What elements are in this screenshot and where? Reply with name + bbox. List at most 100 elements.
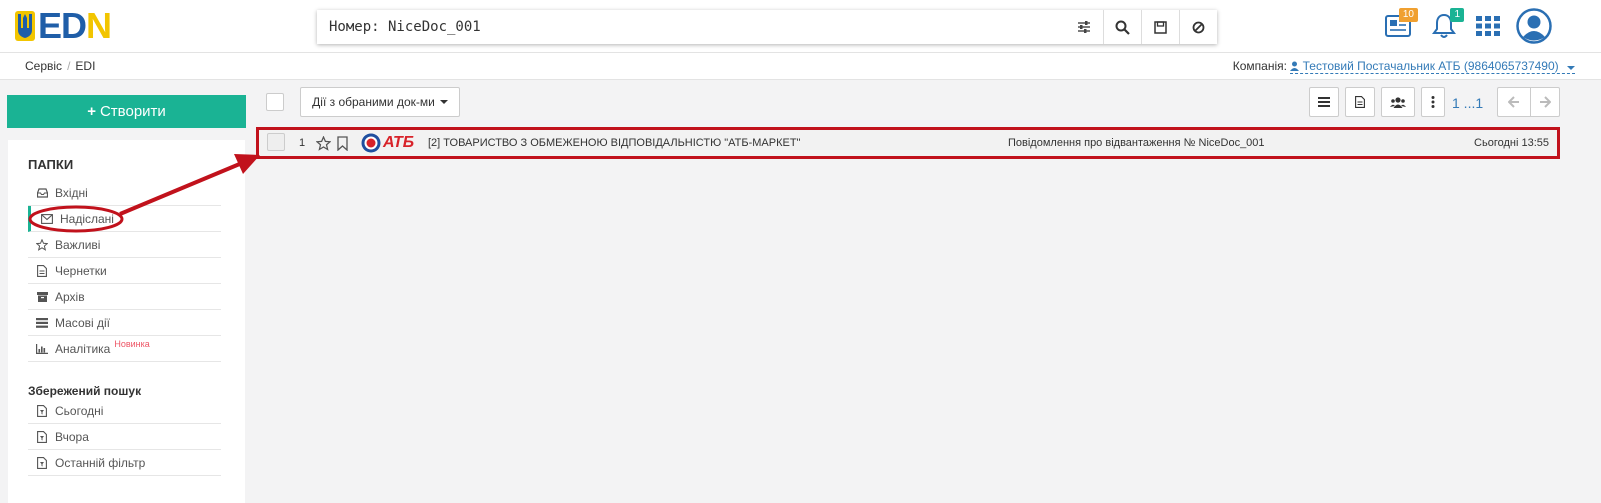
- notifications-button[interactable]: 1: [1428, 8, 1464, 42]
- sidebar-item-bulk-actions[interactable]: Масові дії: [28, 310, 221, 336]
- bookmark-toggle[interactable]: [337, 135, 348, 152]
- person-icon: [1290, 61, 1300, 71]
- star-toggle[interactable]: [315, 135, 332, 151]
- sidebar-item-label: Важливі: [55, 237, 101, 252]
- arrow-left-icon: [1508, 96, 1519, 108]
- saved-search-label: Останній фільтр: [55, 455, 146, 470]
- bulk-actions-dropdown[interactable]: Дії з обраними док-ми: [300, 87, 460, 117]
- logo-letter-e: E: [38, 5, 62, 46]
- saved-search-yesterday[interactable]: Вчора: [28, 424, 221, 450]
- saved-search-today[interactable]: Сьогодні: [28, 398, 221, 424]
- grid-icon: [1476, 16, 1500, 36]
- sidebar-item-important[interactable]: Важливі: [28, 232, 221, 258]
- saved-search-label: Вчора: [55, 429, 89, 444]
- clear-icon: [1192, 21, 1205, 33]
- document-view-button[interactable]: [1345, 87, 1375, 117]
- company-label: Компанія:: [1232, 59, 1287, 73]
- partner-logo-text: АТБ: [383, 134, 415, 151]
- news-badge: 10: [1398, 8, 1418, 22]
- users-icon: [1390, 96, 1406, 108]
- clear-search-button[interactable]: [1179, 10, 1217, 44]
- sidebar-item-label: Аналітика: [55, 341, 111, 356]
- sidebar-item-label: Архів: [55, 289, 85, 304]
- create-button-label: Створити: [99, 103, 166, 120]
- document-title: Повідомлення про відвантаження № NiceDoc…: [1008, 137, 1265, 149]
- atb-logo-icon: [361, 133, 381, 153]
- sidebar-item-label: Масові дії: [55, 315, 110, 330]
- saved-filter-icon: [36, 430, 48, 443]
- filter-settings-button[interactable]: [1065, 10, 1103, 44]
- new-badge: Новинка: [114, 338, 150, 349]
- row-number: 1: [299, 137, 306, 149]
- saved-filter-icon: [36, 456, 48, 469]
- user-icon: [1516, 8, 1552, 44]
- kebab-icon: [1431, 96, 1435, 108]
- sidebar-item-sent[interactable]: Надіслані: [28, 206, 221, 232]
- logo-letter-n: N: [86, 5, 112, 46]
- arrow-right-icon: [1540, 96, 1551, 108]
- apps-button[interactable]: [1472, 10, 1504, 42]
- group-view-button[interactable]: [1381, 87, 1415, 117]
- filter-icon: [1078, 21, 1090, 33]
- list-icon: [1318, 97, 1330, 107]
- breadcrumb-separator: /: [67, 59, 71, 73]
- saved-search-last-filter[interactable]: Останній фільтр: [28, 450, 221, 476]
- create-button[interactable]: + Створити: [7, 95, 246, 128]
- star-icon: [315, 135, 332, 151]
- breadcrumb-item-service[interactable]: Сервіс: [25, 59, 62, 73]
- company-dropdown[interactable]: Тестовий Постачальник АТБ (9864065737490…: [1290, 59, 1575, 74]
- next-page-button[interactable]: [1530, 87, 1560, 117]
- bulk-actions-label: Дії з обраними док-ми: [312, 95, 435, 109]
- saved-filter-icon: [36, 404, 48, 417]
- document-row[interactable]: 1 АТБ [2] ТОВАРИСТВО З ОБМЕЖЕНОЮ ВІДПОВІ…: [256, 127, 1560, 159]
- sidebar-item-drafts[interactable]: Чернетки: [28, 258, 221, 284]
- inbox-icon: [36, 187, 48, 199]
- list-view-button[interactable]: [1309, 87, 1339, 117]
- saved-search-label: Сьогодні: [55, 403, 104, 418]
- sidebar: ПАПКИ Вхідні Надіслані Важливі Чернетки …: [8, 140, 245, 503]
- draft-icon: [36, 264, 48, 277]
- trident-icon: [15, 11, 35, 41]
- company-name: Тестовий Постачальник АТБ (9864065737490…: [1302, 59, 1559, 73]
- sidebar-item-inbox[interactable]: Вхідні: [28, 180, 221, 206]
- sidebar-item-archive[interactable]: Архів: [28, 284, 221, 310]
- sidebar-item-label: Вхідні: [55, 185, 88, 200]
- company-selector[interactable]: Компанія: Тестовий Постачальник АТБ (986…: [1232, 59, 1575, 74]
- pagination-info[interactable]: 1 ...1: [1452, 95, 1483, 111]
- plus-icon: +: [87, 103, 96, 120]
- bookmark-icon: [337, 136, 348, 152]
- sidebar-item-analytics[interactable]: Аналітика Новинка: [28, 336, 221, 362]
- search-button[interactable]: [1103, 10, 1141, 44]
- news-button[interactable]: 10: [1382, 8, 1418, 42]
- chevron-down-icon: [1567, 66, 1575, 70]
- search-bar[interactable]: Номер: NiceDoc_001: [317, 10, 1217, 44]
- search-icon: [1115, 20, 1130, 35]
- more-options-button[interactable]: [1421, 87, 1445, 117]
- edin-logo[interactable]: E D N: [14, 5, 112, 46]
- sidebar-item-label: Чернетки: [55, 263, 107, 278]
- row-checkbox[interactable]: [267, 133, 285, 151]
- save-search-button[interactable]: [1141, 10, 1179, 44]
- select-all-checkbox[interactable]: [266, 93, 284, 111]
- save-icon: [1154, 20, 1167, 34]
- logo-letter-d: D: [61, 5, 87, 46]
- star-icon: [36, 238, 48, 251]
- search-input[interactable]: Номер: NiceDoc_001: [317, 10, 1065, 44]
- document-date: Сьогодні 13:55: [1474, 137, 1549, 149]
- bulk-icon: [36, 317, 48, 329]
- partner-name: [2] ТОВАРИСТВО З ОБМЕЖЕНОЮ ВІДПОВІДАЛЬНІ…: [428, 137, 801, 149]
- breadcrumb-bar: Сервіс / EDI Компанія: Тестовий Постачальн…: [0, 53, 1601, 80]
- chart-icon: [36, 343, 48, 355]
- archive-icon: [36, 291, 48, 303]
- top-header: E D N Номер: NiceDoc_001 10 1: [0, 0, 1601, 53]
- saved-search-title: Збережений пошук: [28, 384, 142, 398]
- envelope-icon: [41, 213, 53, 225]
- notifications-badge: 1: [1450, 8, 1464, 22]
- prev-page-button[interactable]: [1497, 87, 1530, 117]
- document-icon: [1355, 96, 1365, 108]
- breadcrumb-item-edi[interactable]: EDI: [75, 59, 95, 73]
- user-avatar-button[interactable]: [1516, 8, 1552, 44]
- breadcrumb: Сервіс / EDI: [25, 59, 95, 73]
- folders-title: ПАПКИ: [28, 157, 74, 172]
- partner-logo: АТБ: [361, 133, 414, 153]
